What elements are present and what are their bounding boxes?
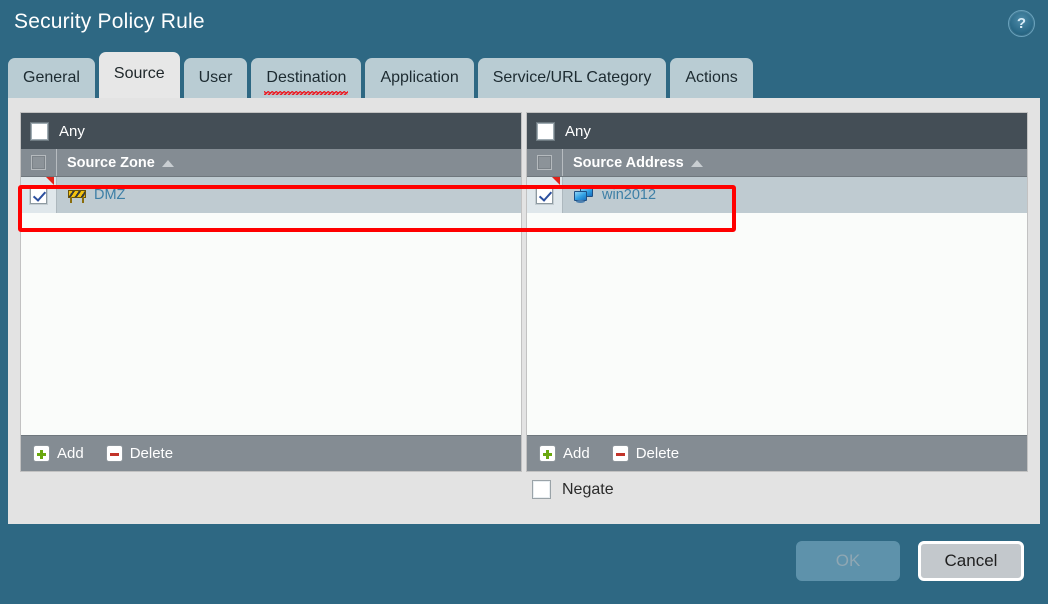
source-address-delete-button[interactable]: Delete bbox=[611, 445, 680, 462]
cancel-button-label: Cancel bbox=[944, 551, 998, 570]
source-address-any-checkbox[interactable] bbox=[537, 122, 554, 140]
tab-destination[interactable]: Destination bbox=[251, 58, 362, 98]
source-zone-delete-button[interactable]: Delete bbox=[105, 445, 174, 462]
tab-general[interactable]: General bbox=[8, 58, 95, 98]
source-zone-toolbar: Add Delete bbox=[21, 435, 521, 471]
tab-actions-label: Actions bbox=[685, 69, 738, 86]
source-panes: Any Source Zone DMZ Add Delete Any Sourc… bbox=[20, 112, 1028, 472]
plus-icon bbox=[539, 445, 556, 462]
source-address-any-row[interactable]: Any bbox=[527, 113, 1027, 149]
row-modified-flag-icon bbox=[46, 177, 54, 185]
source-address-any-label: Any bbox=[565, 122, 591, 140]
source-address-row-name-cell[interactable]: win2012 bbox=[563, 187, 656, 203]
source-zone-selectall-cell[interactable] bbox=[21, 149, 57, 176]
tab-application-label: Application bbox=[380, 69, 459, 86]
source-zone-row-checkbox[interactable] bbox=[30, 186, 47, 204]
source-zone-any-checkbox[interactable] bbox=[31, 122, 48, 140]
tab-user-label: User bbox=[198, 69, 233, 86]
source-address-selectall-cell[interactable] bbox=[527, 149, 563, 176]
table-row[interactable]: DMZ bbox=[21, 177, 521, 213]
source-zone-list[interactable]: DMZ bbox=[21, 177, 521, 435]
sort-ascending-icon bbox=[161, 160, 174, 167]
source-zone-row-checkbox-cell[interactable] bbox=[21, 177, 57, 213]
tab-general-label: General bbox=[23, 69, 80, 86]
source-zone-selectall-checkbox[interactable] bbox=[31, 155, 46, 170]
plus-icon bbox=[33, 445, 50, 462]
dialog-button-bar: OK Cancel bbox=[0, 524, 1048, 604]
sort-ascending-icon bbox=[690, 160, 703, 167]
negate-label: Negate bbox=[562, 480, 614, 498]
tab-content-source: Any Source Zone DMZ Add Delete Any Sourc… bbox=[8, 98, 1040, 524]
source-zone-add-button[interactable]: Add bbox=[33, 445, 84, 462]
source-address-header-label: Source Address bbox=[573, 154, 684, 171]
source-address-selectall-checkbox[interactable] bbox=[537, 155, 552, 170]
help-circle-icon[interactable]: ? bbox=[1008, 10, 1035, 37]
ok-button-label: OK bbox=[835, 551, 861, 570]
tab-destination-label: Destination bbox=[266, 69, 347, 86]
source-zone-delete-label: Delete bbox=[129, 445, 174, 462]
tab-strip: General Source User Destination Applicat… bbox=[8, 52, 757, 98]
tab-application[interactable]: Application bbox=[365, 58, 474, 98]
dialog-title: Security Policy Rule bbox=[14, 10, 205, 33]
source-address-header-title[interactable]: Source Address bbox=[573, 155, 703, 171]
tab-user[interactable]: User bbox=[183, 58, 248, 98]
source-address-add-label: Add bbox=[563, 445, 590, 462]
source-address-column-header[interactable]: Source Address bbox=[527, 149, 1027, 177]
source-address-toolbar: Add Delete bbox=[527, 435, 1027, 471]
host-icon bbox=[574, 187, 594, 203]
source-zone-add-label: Add bbox=[57, 445, 84, 462]
source-zone-pane: Any Source Zone DMZ Add Delete bbox=[20, 112, 522, 472]
source-address-pane: Any Source Address win2012 Add Delete bbox=[526, 112, 1028, 472]
source-address-row-checkbox[interactable] bbox=[536, 186, 553, 204]
tab-service-url-category-label: Service/URL Category bbox=[492, 69, 652, 86]
negate-row[interactable]: Negate bbox=[532, 480, 614, 499]
tab-service-url-category[interactable]: Service/URL Category bbox=[477, 58, 667, 98]
source-zone-any-row[interactable]: Any bbox=[21, 113, 521, 149]
tab-source-label: Source bbox=[113, 65, 165, 82]
source-zone-header-label: Source Zone bbox=[67, 154, 155, 171]
help-glyph: ? bbox=[1016, 15, 1027, 32]
table-row[interactable]: win2012 bbox=[527, 177, 1027, 213]
tab-source[interactable]: Source bbox=[98, 52, 180, 98]
ok-button[interactable]: OK bbox=[796, 541, 900, 581]
source-zone-any-label: Any bbox=[59, 122, 85, 140]
spellcheck-squiggle-icon bbox=[264, 91, 349, 95]
source-zone-row-label: DMZ bbox=[94, 187, 126, 203]
source-zone-column-header[interactable]: Source Zone bbox=[21, 149, 521, 177]
tab-actions[interactable]: Actions bbox=[670, 58, 753, 98]
source-address-row-checkbox-cell[interactable] bbox=[527, 177, 563, 213]
source-address-add-button[interactable]: Add bbox=[539, 445, 590, 462]
source-address-delete-label: Delete bbox=[635, 445, 680, 462]
zone-icon bbox=[68, 188, 86, 203]
source-address-list[interactable]: win2012 bbox=[527, 177, 1027, 435]
negate-checkbox[interactable] bbox=[532, 480, 551, 499]
cancel-button[interactable]: Cancel bbox=[918, 541, 1024, 581]
dialog-titlebar: Security Policy Rule ? bbox=[0, 0, 1048, 52]
security-policy-rule-dialog: Security Policy Rule ? General Source Us… bbox=[0, 0, 1048, 604]
source-zone-row-name-cell[interactable]: DMZ bbox=[57, 187, 125, 203]
row-modified-flag-icon bbox=[552, 177, 560, 185]
minus-icon bbox=[611, 445, 629, 462]
source-address-row-label: win2012 bbox=[602, 187, 657, 203]
minus-icon bbox=[105, 445, 123, 462]
source-zone-header-title[interactable]: Source Zone bbox=[67, 155, 174, 171]
